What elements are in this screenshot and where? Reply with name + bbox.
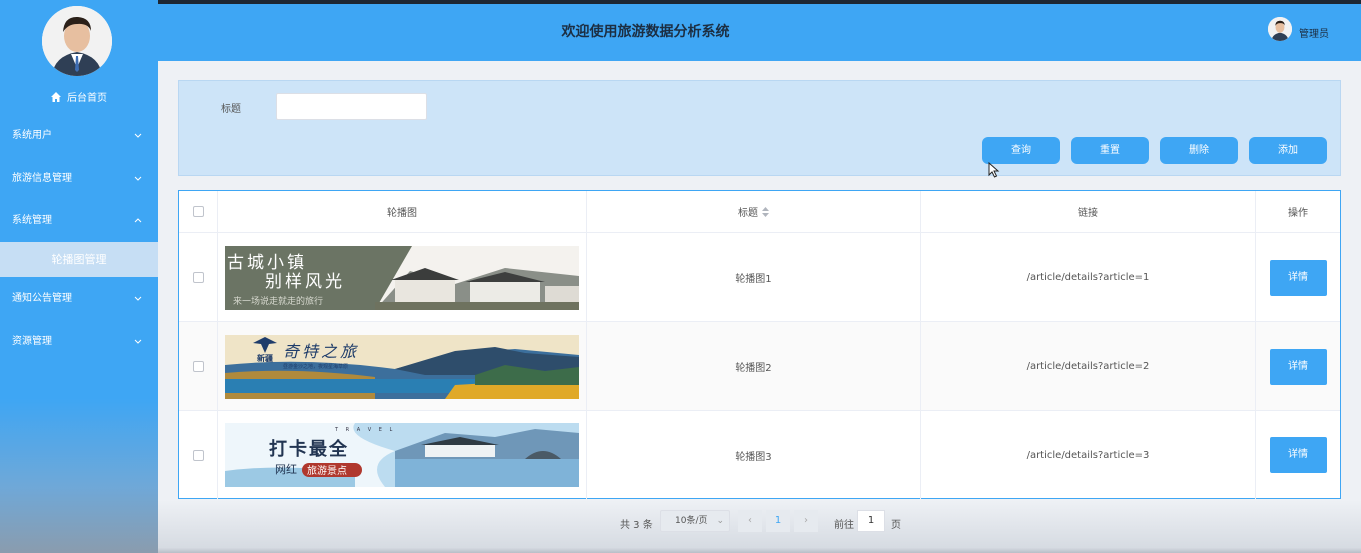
pagination: 共 3 条 10条/页 ⌄ ‹ 1 › 前往 1 页 bbox=[0, 510, 1361, 534]
banner-line3: 昼游金沙之地，夜观星海草原 bbox=[283, 363, 348, 370]
table-row: 古城小镇 别样风光 来一场说走就走的旅行 轮播图1 /article/detai… bbox=[179, 232, 1340, 322]
mouse-cursor-icon bbox=[988, 162, 1000, 178]
user-name[interactable]: 管理员 bbox=[1299, 25, 1329, 40]
avatar bbox=[42, 6, 112, 76]
chevron-down-icon bbox=[134, 133, 142, 138]
row-select-cell bbox=[179, 233, 218, 322]
sidebar-item-label: 通知公告管理 bbox=[12, 293, 72, 304]
row-link: /article/details?article=3 bbox=[921, 411, 1256, 499]
sidebar-home-label: 后台首页 bbox=[67, 93, 107, 104]
table-header-row: 轮播图 标题 链接 操作 bbox=[179, 191, 1340, 232]
column-header: 轮播图 bbox=[218, 191, 587, 232]
pagination-total: 共 3 条 bbox=[620, 520, 653, 531]
row-link: /article/details?article=2 bbox=[921, 322, 1256, 411]
column-header: 操作 bbox=[1288, 208, 1308, 219]
search-label: 标题 bbox=[221, 104, 241, 115]
data-table: 轮播图 标题 链接 操作 古城小镇 别样风光 来一场说走就走的旅行 轮播图1 /… bbox=[178, 190, 1341, 499]
row-select-cell bbox=[179, 322, 218, 411]
delete-button[interactable]: 删除 bbox=[1160, 137, 1238, 164]
detail-button[interactable]: 详情 bbox=[1269, 437, 1327, 473]
sidebar-item-notice[interactable]: 通知公告管理 bbox=[0, 289, 158, 309]
goto-page-input[interactable]: 1 bbox=[857, 510, 885, 532]
sidebar-item-resources[interactable]: 资源管理 bbox=[0, 332, 158, 352]
banner-line1: 古城小镇 bbox=[227, 253, 307, 273]
sidebar-item-system-users[interactable]: 系统用户 bbox=[0, 126, 158, 146]
row-checkbox[interactable] bbox=[192, 449, 204, 461]
add-button[interactable]: 添加 bbox=[1249, 137, 1327, 164]
search-panel: 标题 查询 重置 删除 添加 bbox=[178, 80, 1341, 176]
home-icon bbox=[51, 92, 61, 102]
page-number-current[interactable]: 1 bbox=[766, 510, 790, 532]
sidebar-item-label: 系统用户 bbox=[12, 130, 52, 141]
sort-icon[interactable] bbox=[762, 206, 769, 217]
reset-button[interactable]: 重置 bbox=[1071, 137, 1149, 164]
page-label: 页 bbox=[891, 520, 901, 531]
header-select-cell bbox=[179, 191, 218, 232]
row-checkbox[interactable] bbox=[192, 272, 204, 283]
column-header: 链接 bbox=[921, 191, 1256, 232]
page-size-value: 10条/页 bbox=[675, 516, 708, 526]
page-title: 欢迎使用旅游数据分析系统 bbox=[561, 24, 730, 40]
banner-line3: 来一场说走就走的旅行 bbox=[233, 295, 323, 307]
banner-line2: 新疆 bbox=[257, 353, 273, 363]
banner-image: 奇特之旅 新疆 昼游金沙之地，夜观星海草原 bbox=[225, 334, 579, 399]
sidebar-subitem-carousel[interactable]: 轮播图管理 bbox=[0, 242, 158, 277]
row-select-cell bbox=[179, 411, 218, 499]
action-cell: 详情 bbox=[1256, 233, 1340, 322]
banner-line2: 网红 bbox=[275, 463, 297, 476]
column-header-sortable[interactable]: 标题 bbox=[587, 191, 921, 232]
chevron-down-icon bbox=[134, 296, 142, 301]
user-avatar[interactable] bbox=[1268, 17, 1292, 41]
chevron-down-icon bbox=[134, 339, 142, 344]
next-page-button[interactable]: › bbox=[794, 510, 818, 532]
banner-cell: 奇特之旅 新疆 昼游金沙之地，夜观星海草原 bbox=[218, 322, 587, 411]
banner-line2: 别样风光 bbox=[265, 272, 345, 292]
row-title: 轮播图2 bbox=[587, 322, 921, 411]
banner-line3: 旅游景点 bbox=[307, 464, 347, 477]
sidebar-item-travel-info[interactable]: 旅游信息管理 bbox=[0, 169, 158, 189]
sidebar: 后台首页 系统用户 旅游信息管理 系统管理 轮播图管理 通知公告管理 资源管理 bbox=[0, 0, 158, 553]
action-cell: 详情 bbox=[1256, 411, 1340, 499]
banner-line4: T R A V E L bbox=[334, 427, 395, 433]
table-row: 奇特之旅 新疆 昼游金沙之地，夜观星海草原 轮播图2 /article/deta… bbox=[179, 321, 1340, 411]
sidebar-item-label: 旅游信息管理 bbox=[12, 173, 72, 184]
row-title: 轮播图1 bbox=[587, 233, 921, 322]
chevron-up-icon bbox=[134, 218, 142, 223]
banner-image: T R A V E L 打卡最全 网红 旅游景点 bbox=[225, 423, 579, 487]
banner-line1: 奇特之旅 bbox=[283, 342, 359, 361]
banner-cell: T R A V E L 打卡最全 网红 旅游景点 bbox=[218, 411, 587, 499]
table-row: T R A V E L 打卡最全 网红 旅游景点 轮播图3 /article/d… bbox=[179, 410, 1340, 499]
goto-label: 前往 bbox=[834, 520, 854, 531]
prev-page-button[interactable]: ‹ bbox=[738, 510, 762, 532]
column-header-label: 标题 bbox=[738, 208, 758, 219]
row-title: 轮播图3 bbox=[587, 411, 921, 499]
chevron-down-icon bbox=[134, 176, 142, 181]
sidebar-home[interactable]: 后台首页 bbox=[0, 89, 158, 104]
banner-cell: 古城小镇 别样风光 来一场说走就走的旅行 bbox=[218, 233, 587, 322]
title-search-input[interactable] bbox=[276, 93, 427, 120]
sidebar-item-label: 资源管理 bbox=[12, 336, 52, 347]
row-link: /article/details?article=1 bbox=[921, 233, 1256, 322]
sidebar-item-system-manage[interactable]: 系统管理 bbox=[0, 211, 158, 231]
query-button[interactable]: 查询 bbox=[982, 137, 1060, 164]
banner-line1: 打卡最全 bbox=[269, 438, 349, 460]
select-all-checkbox[interactable] bbox=[192, 206, 204, 217]
detail-button[interactable]: 详情 bbox=[1269, 348, 1327, 385]
detail-button[interactable]: 详情 bbox=[1269, 259, 1327, 296]
row-checkbox[interactable] bbox=[192, 361, 204, 372]
header: 欢迎使用旅游数据分析系统 管理员 bbox=[158, 4, 1361, 61]
banner-image: 古城小镇 别样风光 来一场说走就走的旅行 bbox=[225, 245, 579, 310]
page-size-select[interactable]: 10条/页 ⌄ bbox=[660, 510, 730, 532]
action-cell: 详情 bbox=[1256, 322, 1340, 411]
chevron-down-icon: ⌄ bbox=[716, 516, 724, 526]
sidebar-item-label: 系统管理 bbox=[12, 215, 52, 226]
